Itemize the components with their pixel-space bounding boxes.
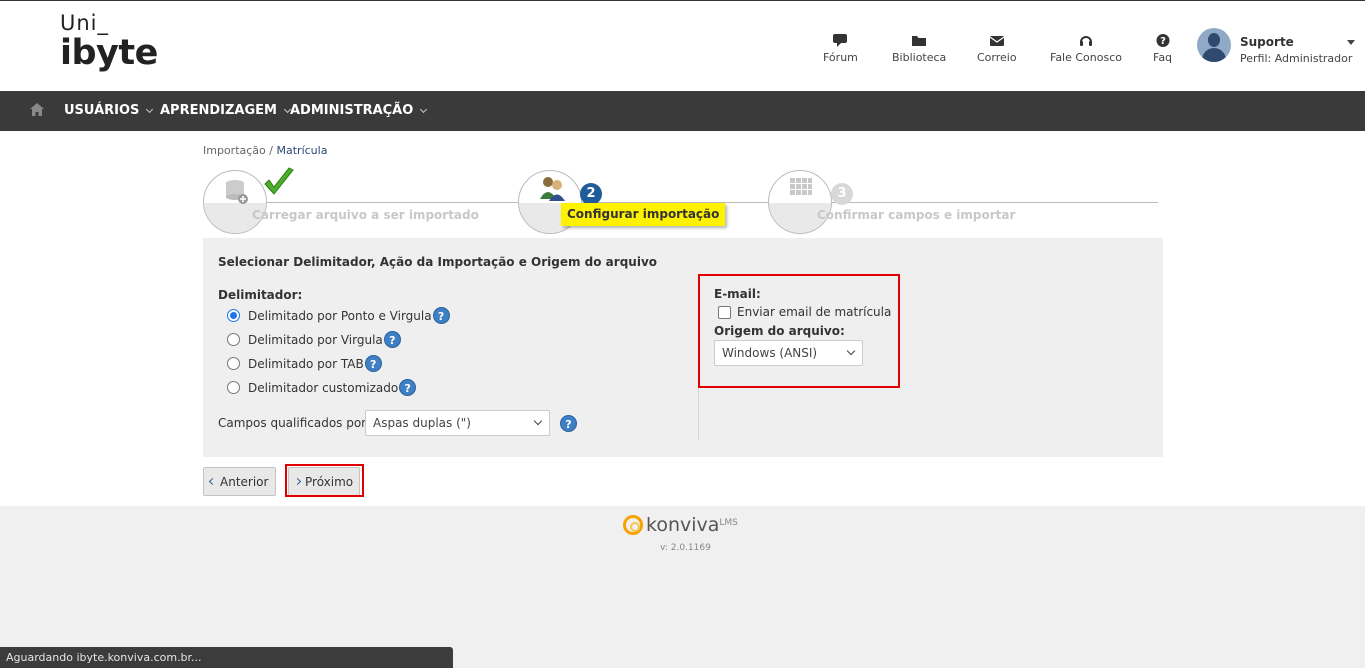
user-name: Suporte [1240, 35, 1294, 49]
content-area: Importação / Matrícula Carregar arquivo … [0, 131, 1365, 506]
radio-button[interactable] [227, 309, 240, 322]
svg-text:?: ? [1160, 36, 1166, 47]
main-navbar: USUÁRIOS APRENDIZAGEM ADMINISTRAÇÃO [0, 91, 1365, 131]
help-icon[interactable]: ? [560, 415, 577, 432]
radio-button[interactable] [227, 357, 240, 370]
nav-mail[interactable]: Correio [977, 34, 1017, 64]
breadcrumb-parent[interactable]: Importação [203, 144, 266, 157]
step-3-label: Confirmar campos e importar [817, 208, 1016, 222]
home-icon[interactable] [30, 103, 44, 116]
breadcrumb-separator: / [269, 144, 273, 157]
nav-contact[interactable]: Fale Conosco [1050, 34, 1122, 64]
previous-button[interactable]: Anterior [203, 467, 276, 496]
logo-line1: Uni_ [60, 11, 110, 35]
delimiter-label: Delimitador: [218, 288, 303, 302]
breadcrumb: Importação / Matrícula [203, 144, 327, 157]
konviva-logo-icon [623, 515, 643, 535]
step-1-circle [203, 170, 267, 234]
logo-line2: ibyte [60, 33, 158, 73]
import-config-panel: Selecionar Delimitador, Ação da Importaç… [203, 238, 1163, 457]
radio-label: Delimitador customizado [248, 380, 399, 395]
nav-library[interactable]: Biblioteca [892, 34, 946, 64]
step-3-number: 3 [831, 183, 853, 205]
help-icon[interactable]: ? [364, 355, 382, 372]
qualified-label: Campos qualificados por: [218, 416, 370, 430]
nav-forum-label: Fórum [823, 51, 858, 64]
check-icon [264, 167, 294, 195]
help-icon[interactable]: ? [399, 379, 417, 396]
headset-icon [1080, 36, 1092, 46]
chevron-down-icon [533, 416, 543, 426]
annotation-box-email [698, 274, 900, 388]
logo[interactable]: Uni_ ibyte [60, 13, 158, 71]
step-2-number: 2 [580, 183, 602, 205]
menu-aprendizagem[interactable]: APRENDIZAGEM [160, 103, 292, 118]
caret-down-icon[interactable] [1347, 40, 1355, 45]
breadcrumb-current: Matrícula [276, 144, 328, 157]
annotation-box-next [285, 464, 364, 497]
mail-icon [989, 36, 1004, 46]
footer-logo: konviva LMS [623, 514, 738, 536]
radio-option-comma[interactable]: Delimitado por Virgula ? [227, 331, 401, 348]
menu-usuarios-label: USUÁRIOS [64, 103, 140, 118]
help-icon[interactable]: ? [383, 331, 401, 348]
database-icon [226, 180, 248, 204]
header: Uni_ ibyte Fórum Biblioteca Correio Fale… [0, 0, 1365, 91]
step-2-label: Configurar importação [561, 203, 726, 226]
radio-button[interactable] [227, 381, 240, 394]
nav-contact-label: Fale Conosco [1050, 51, 1122, 64]
chevron-down-icon [146, 105, 154, 113]
menu-usuarios[interactable]: USUÁRIOS [64, 103, 154, 118]
chevron-down-icon [420, 105, 428, 113]
radio-option-custom[interactable]: Delimitador customizado ? [227, 379, 417, 396]
users-icon [540, 177, 565, 201]
step-3-circle [768, 170, 832, 234]
question-icon: ? [1156, 34, 1170, 47]
radio-button[interactable] [227, 333, 240, 346]
nav-mail-label: Correio [977, 51, 1017, 64]
nav-faq-label: Faq [1153, 51, 1173, 64]
grid-icon [790, 178, 812, 195]
previous-button-label: Anterior [220, 474, 269, 489]
chevron-left-icon [208, 477, 217, 486]
qualified-select-value: Aspas duplas (") [373, 416, 471, 430]
radio-label: Delimitado por TAB [248, 356, 364, 371]
step-1-label: Carregar arquivo a ser importado [252, 208, 479, 222]
chat-icon [833, 34, 848, 47]
menu-aprendizagem-label: APRENDIZAGEM [160, 103, 277, 118]
user-profile: Perfil: Administrador [1240, 52, 1353, 65]
radio-option-tab[interactable]: Delimitado por TAB ? [227, 355, 382, 372]
avatar [1197, 28, 1231, 62]
qualified-select[interactable]: Aspas duplas (") [365, 410, 550, 436]
footer-brand: konviva [646, 514, 720, 536]
radio-label: Delimitado por Virgula [248, 332, 383, 347]
panel-title: Selecionar Delimitador, Ação da Importaç… [218, 255, 658, 269]
help-icon[interactable]: ? [432, 307, 450, 324]
nav-forum[interactable]: Fórum [823, 34, 858, 64]
browser-status-bar: Aguardando ibyte.konviva.com.br... [0, 647, 453, 668]
nav-faq[interactable]: ? Faq [1153, 34, 1172, 64]
radio-label: Delimitado por Ponto e Virgula [248, 308, 432, 323]
radio-option-semicolon[interactable]: Delimitado por Ponto e Virgula ? [227, 307, 450, 324]
folder-icon [912, 36, 927, 46]
menu-administracao[interactable]: ADMINISTRAÇÃO [290, 103, 428, 118]
version-text: v: 2.0.1169 [660, 543, 711, 553]
menu-administracao-label: ADMINISTRAÇÃO [290, 103, 414, 118]
footer-brand-sup: LMS [719, 518, 738, 528]
nav-library-label: Biblioteca [892, 51, 947, 64]
